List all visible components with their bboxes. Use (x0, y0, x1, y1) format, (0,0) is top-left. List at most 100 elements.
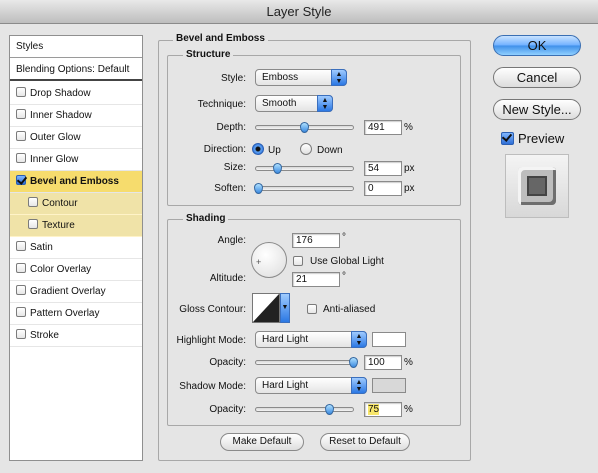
style-item-gradient-overlay[interactable]: Gradient Overlay (10, 281, 142, 303)
shadow-opacity-label: Opacity: (209, 404, 246, 415)
shadow-opacity-unit: % (404, 404, 413, 415)
satin-checkbox[interactable] (16, 241, 26, 251)
texture-checkbox[interactable] (28, 219, 38, 229)
shadow-opacity-thumb[interactable] (324, 404, 334, 415)
direction-up-radio[interactable] (252, 143, 264, 155)
highlight-mode-value: Hard Light (262, 334, 309, 345)
pattern-overlay-checkbox[interactable] (16, 307, 26, 317)
new-style-button[interactable]: New Style... (493, 99, 581, 120)
depth-label: Depth: (216, 122, 246, 133)
direction-label: Direction: (203, 144, 246, 155)
bevel-emboss-checkbox[interactable] (16, 175, 26, 185)
outer-glow-checkbox[interactable] (16, 131, 26, 141)
preview-inner (527, 176, 547, 196)
style-item-inner-shadow[interactable]: Inner Shadow (10, 105, 142, 127)
highlight-opacity-label: Opacity: (209, 357, 246, 368)
style-item-label: Inner Glow (30, 154, 79, 165)
size-slider[interactable] (255, 163, 354, 174)
anti-aliased-checkbox[interactable] (307, 304, 317, 314)
style-item-color-overlay[interactable]: Color Overlay (10, 259, 142, 281)
angle-dial[interactable]: + (251, 242, 287, 278)
style-item-label: Outer Glow (30, 132, 81, 143)
style-select[interactable]: Emboss ▲ ▼ (255, 69, 347, 86)
gloss-contour-label: Gloss Contour: (179, 304, 246, 315)
style-item-stroke[interactable]: Stroke (10, 325, 142, 347)
updown-arrows-icon: ▲ ▼ (351, 331, 367, 348)
stroke-checkbox[interactable] (16, 329, 26, 339)
style-item-texture[interactable]: Texture (10, 215, 142, 237)
gloss-contour-picker[interactable] (252, 293, 280, 323)
preview-thumbnail (505, 154, 569, 218)
style-item-label: Bevel and Emboss (30, 176, 119, 187)
shadow-opacity-slider[interactable] (255, 404, 354, 415)
preview-label: Preview (518, 131, 565, 146)
altitude-label: Altitude: (209, 273, 246, 284)
style-item-bevel-emboss[interactable]: Bevel and Emboss (10, 171, 142, 193)
highlight-color-swatch[interactable] (372, 332, 406, 347)
depth-slider[interactable] (255, 122, 354, 133)
inner-shadow-checkbox[interactable] (16, 109, 26, 119)
soften-field[interactable]: 0 (364, 181, 402, 196)
size-unit: px (404, 163, 415, 174)
window-title: Layer Style (0, 0, 598, 24)
crosshair-icon: + (256, 257, 262, 267)
technique-select[interactable]: Smooth ▲ ▼ (255, 95, 333, 112)
shadow-mode-select[interactable]: Hard Light ▲ ▼ (255, 377, 367, 394)
drop-shadow-checkbox[interactable] (16, 87, 26, 97)
make-default-button[interactable]: Make Default (220, 433, 304, 451)
soften-unit: px (404, 183, 415, 194)
soften-slider[interactable] (253, 183, 354, 194)
color-overlay-checkbox[interactable] (16, 263, 26, 273)
gradient-overlay-checkbox[interactable] (16, 285, 26, 295)
shadow-color-swatch[interactable] (372, 378, 406, 393)
shadow-mode-value: Hard Light (262, 380, 309, 391)
style-item-outer-glow[interactable]: Outer Glow (10, 127, 142, 149)
angle-unit: ° (342, 232, 346, 243)
angle-field[interactable]: 176 (292, 233, 340, 248)
style-item-drop-shadow[interactable]: Drop Shadow (10, 83, 142, 105)
inner-glow-checkbox[interactable] (16, 153, 26, 163)
style-item-label: Pattern Overlay (30, 308, 100, 319)
style-item-pattern-overlay[interactable]: Pattern Overlay (10, 303, 142, 325)
highlight-opacity-field[interactable]: 100 (364, 355, 402, 370)
direction-down-label: Down (317, 145, 343, 156)
style-item-label: Drop Shadow (30, 88, 91, 99)
preview-checkbox[interactable] (501, 132, 514, 145)
angle-label: Angle: (217, 235, 246, 246)
global-light-label: Use Global Light (310, 256, 384, 267)
style-item-label: Gradient Overlay (30, 286, 106, 297)
contour-checkbox[interactable] (28, 197, 38, 207)
blending-options[interactable]: Blending Options: Default (10, 59, 142, 81)
shading-group (167, 219, 461, 426)
cancel-button[interactable]: Cancel (493, 67, 581, 88)
style-item-label: Inner Shadow (30, 110, 92, 121)
global-light-checkbox[interactable] (293, 256, 303, 266)
ok-button[interactable]: OK (493, 35, 581, 56)
highlight-mode-select[interactable]: Hard Light ▲ ▼ (255, 331, 367, 348)
size-field[interactable]: 54 (364, 161, 402, 176)
altitude-field[interactable]: 21 (292, 272, 340, 287)
style-item-satin[interactable]: Satin (10, 237, 142, 259)
style-label: Style: (220, 73, 246, 84)
style-item-contour[interactable]: Contour (10, 193, 142, 215)
updown-arrows-icon: ▲ ▼ (317, 95, 333, 112)
altitude-unit: ° (342, 271, 346, 282)
style-item-label: Color Overlay (30, 264, 92, 275)
updown-arrows-icon: ▲ ▼ (351, 377, 367, 394)
highlight-opacity-slider[interactable] (255, 357, 358, 368)
shadow-opacity-field[interactable]: 75 (364, 402, 402, 417)
gloss-contour-dropdown-icon[interactable]: ▼ (280, 293, 290, 323)
depth-field[interactable]: 491 (364, 120, 402, 135)
styles-header[interactable]: Styles (10, 36, 142, 58)
styles-list: Styles Blending Options: Default Drop Sh… (9, 35, 143, 461)
shadow-mode-label: Shadow Mode: (179, 381, 246, 392)
direction-down-radio[interactable] (300, 143, 312, 155)
style-item-label: Satin (30, 242, 53, 253)
depth-slider-thumb[interactable] (299, 122, 309, 133)
style-item-label: Stroke (30, 330, 59, 341)
structure-title: Structure (183, 49, 234, 60)
shading-title: Shading (183, 213, 229, 224)
reset-default-button[interactable]: Reset to Default (320, 433, 410, 451)
depth-unit: % (404, 122, 413, 133)
style-item-inner-glow[interactable]: Inner Glow (10, 149, 142, 171)
